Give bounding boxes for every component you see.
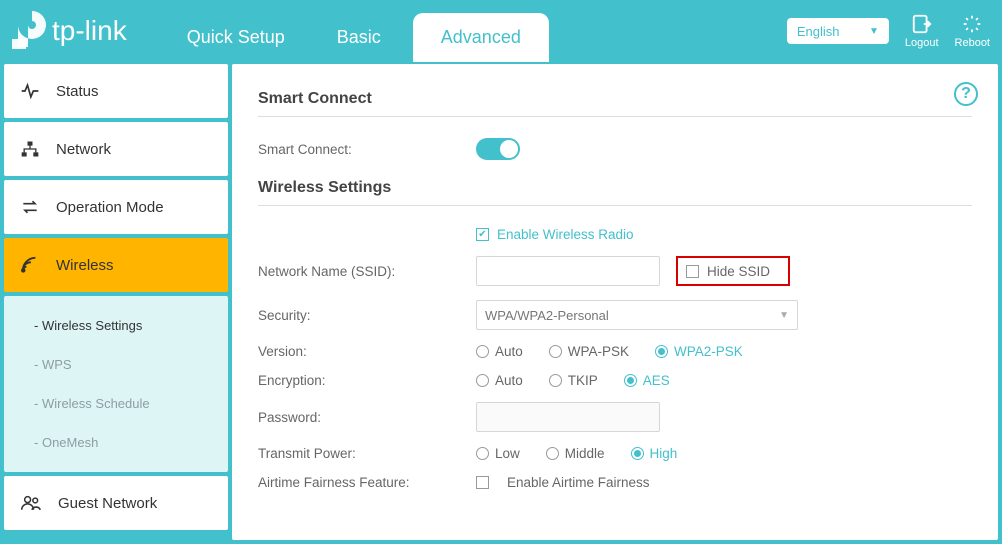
row-encryption: Encryption: Auto TKIP AES [258,366,972,395]
transmit-radio-middle[interactable]: Middle [546,446,605,461]
network-icon [20,140,40,158]
airtime-checkbox[interactable] [476,476,489,489]
tab-quick-setup[interactable]: Quick Setup [167,13,305,62]
body: Status Network Operation Mode Wireless W… [0,62,1002,544]
header-right: English ▼ Logout Reboot [787,13,990,49]
logout-label: Logout [905,37,939,49]
version-radio-wpa2-psk[interactable]: WPA2-PSK [655,344,743,359]
sidebar-label: Network [56,141,111,158]
reboot-button[interactable]: Reboot [955,13,990,49]
reboot-icon [961,13,983,35]
status-icon [20,82,40,100]
tp-link-logo-icon [12,11,46,51]
brand-text: tp-link [52,15,127,47]
sidebar-item-guest-network[interactable]: Guest Network [4,476,228,530]
sidebar-item-operation-mode[interactable]: Operation Mode [4,180,228,234]
row-enable-radio: Enable Wireless Radio [258,220,972,249]
brand-logo: tp-link [6,11,127,51]
submenu-wps[interactable]: WPS [34,345,228,384]
sidebar-item-status[interactable]: Status [4,64,228,118]
version-radio-wpa-psk[interactable]: WPA-PSK [549,344,629,359]
main-tabs: Quick Setup Basic Advanced [157,0,787,62]
sidebar-item-network[interactable]: Network [4,122,228,176]
transmit-radio-high[interactable]: High [631,446,678,461]
submenu-wireless-settings[interactable]: Wireless Settings [34,306,228,345]
version-label: Version: [258,344,476,359]
airtime-label: Airtime Fairness Feature: [258,475,476,490]
password-label: Password: [258,410,476,425]
ssid-label: Network Name (SSID): [258,264,476,279]
ssid-input[interactable] [476,256,660,286]
wireless-icon [20,256,40,274]
transmit-radio-low[interactable]: Low [476,446,520,461]
row-security: Security: WPA/WPA2-Personal ▼ [258,293,972,337]
row-smart-connect: Smart Connect: [258,131,972,167]
submenu-onemesh[interactable]: OneMesh [34,423,228,462]
sidebar-label: Guest Network [58,495,157,512]
sidebar-label: Wireless [56,257,114,274]
security-select[interactable]: WPA/WPA2-Personal ▼ [476,300,798,330]
password-input[interactable] [476,402,660,432]
operation-mode-icon [20,198,40,216]
enable-wireless-radio-label: Enable Wireless Radio [497,227,634,242]
hide-ssid-label: Hide SSID [707,264,770,279]
smart-connect-label: Smart Connect: [258,142,476,157]
version-radio-auto[interactable]: Auto [476,344,523,359]
tab-advanced[interactable]: Advanced [413,13,549,62]
guest-network-icon [20,494,42,512]
header: tp-link Quick Setup Basic Advanced Engli… [0,0,1002,62]
encryption-radio-tkip[interactable]: TKIP [549,373,598,388]
row-ssid: Network Name (SSID): Hide SSID [258,249,972,293]
tab-basic[interactable]: Basic [317,13,401,62]
chevron-down-icon: ▼ [869,26,879,37]
section-title-wireless-settings: Wireless Settings [258,179,972,206]
airtime-check-label: Enable Airtime Fairness [507,475,650,490]
encryption-radio-auto[interactable]: Auto [476,373,523,388]
sidebar-label: Status [56,83,99,100]
row-transmit-power: Transmit Power: Low Middle High [258,439,972,468]
sidebar-submenu: Wireless Settings WPS Wireless Schedule … [4,296,228,472]
reboot-label: Reboot [955,37,990,49]
encryption-label: Encryption: [258,373,476,388]
hide-ssid-highlight: Hide SSID [676,256,790,286]
logout-button[interactable]: Logout [905,13,939,49]
encryption-radio-aes[interactable]: AES [624,373,670,388]
row-airtime-fairness: Airtime Fairness Feature: Enable Airtime… [258,468,972,497]
main-panel: ? Smart Connect Smart Connect: Wireless … [232,64,998,540]
transmit-power-label: Transmit Power: [258,446,476,461]
sidebar: Status Network Operation Mode Wireless W… [4,64,228,540]
sidebar-label: Operation Mode [56,199,164,216]
chevron-down-icon: ▼ [779,310,789,321]
row-password: Password: [258,395,972,439]
security-value: WPA/WPA2-Personal [485,308,609,323]
checkbox-icon [476,228,489,241]
submenu-wireless-schedule[interactable]: Wireless Schedule [34,384,228,423]
language-value: English [797,24,840,39]
section-title-smart-connect: Smart Connect [258,90,972,117]
security-label: Security: [258,308,476,323]
help-button[interactable]: ? [954,82,978,106]
hide-ssid-checkbox[interactable] [686,265,699,278]
sidebar-item-wireless[interactable]: Wireless [4,238,228,292]
smart-connect-toggle[interactable] [476,138,520,160]
logout-icon [911,13,933,35]
language-select[interactable]: English ▼ [787,18,889,44]
row-version: Version: Auto WPA-PSK WPA2-PSK [258,337,972,366]
enable-wireless-radio-checkbox[interactable]: Enable Wireless Radio [476,227,634,242]
